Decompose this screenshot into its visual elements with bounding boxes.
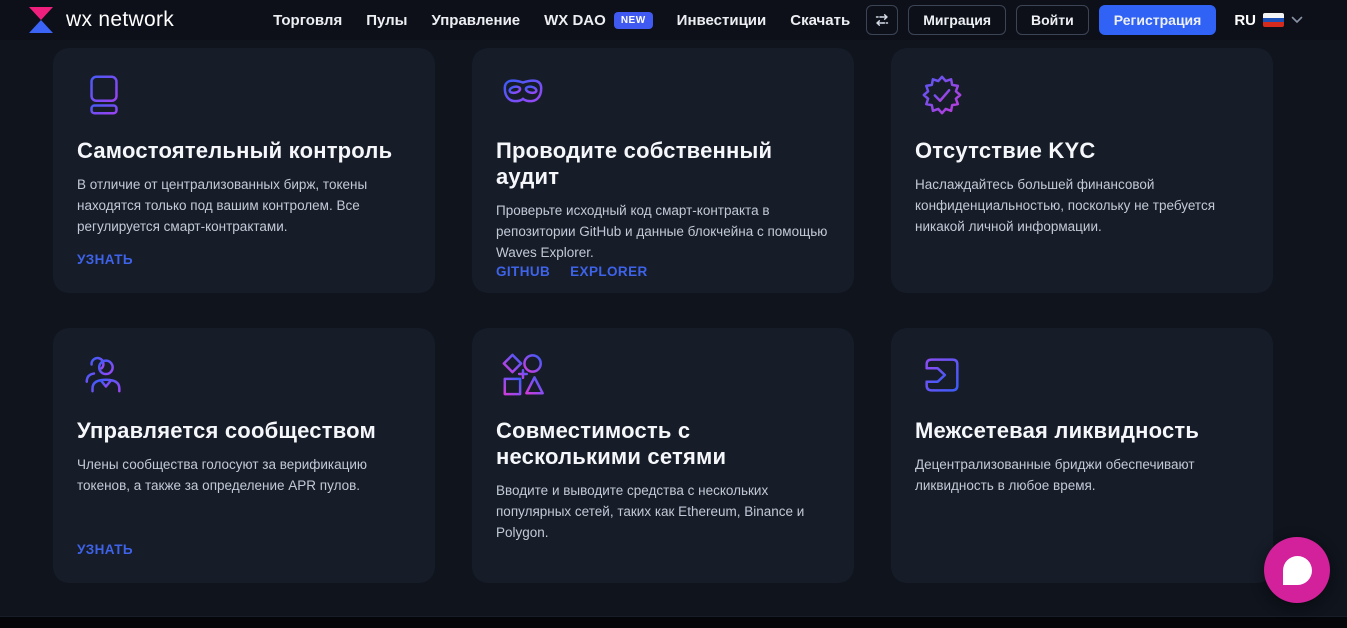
card-body: Наслаждайтесь большей финансовой конфиде… [915,175,1249,238]
card-no-kyc: Отсутствие KYC Наслаждайтесь большей фин… [891,48,1273,293]
badge-check-icon [919,72,965,118]
nav-controls: Миграция Войти Регистрация RU [866,5,1303,35]
card-self-custody: Самостоятельный контроль В отличие от це… [53,48,435,293]
card-title: Самостоятельный контроль [77,138,411,164]
self-custody-icon [81,72,127,118]
chevron-down-icon [1291,16,1303,24]
audit-mask-icon [500,72,546,118]
card-crosschain-liquidity: Межсетевая ликвидность Децентрализованны… [891,328,1273,583]
nav-item-pools[interactable]: Пулы [366,12,407,29]
brand-name: wx network [66,8,174,32]
card-own-audit: Проводите собственный аудит Проверьте ис… [472,48,854,293]
card-body: Члены сообщества голосуют за верификацию… [77,455,411,497]
card-community-governed: Управляется сообществом Члены сообщества… [53,328,435,583]
chat-widget-button[interactable] [1264,537,1330,603]
card-title: Отсутствие KYC [915,138,1249,164]
brand-logo[interactable]: wx network [28,6,174,34]
card-title: Совместимость с несколькими сетями [496,418,830,470]
migration-button[interactable]: Миграция [908,5,1006,35]
new-badge: NEW [614,12,653,29]
nav-item-invest[interactable]: Инвестиции [677,12,767,29]
russian-flag-icon [1263,13,1284,27]
signup-button[interactable]: Регистрация [1099,5,1217,35]
wx-logo-icon [28,6,54,34]
card-multichain: Совместимость с несколькими сетями Вводи… [472,328,854,583]
multichain-shapes-icon [500,352,546,398]
explorer-link[interactable]: EXPLORER [570,264,647,279]
language-selector[interactable]: RU [1234,12,1303,29]
card-body: Децентрализованные бриджи обеспечивают л… [915,455,1249,497]
swap-arrows-icon [874,12,890,28]
card-title: Управляется сообществом [77,418,411,444]
community-icon [81,352,127,398]
card-title: Межсетевая ликвидность [915,418,1249,444]
section-divider [0,616,1347,628]
swap-transfer-button[interactable] [866,5,898,35]
card-title: Проводите собственный аудит [496,138,830,190]
nav-item-governance[interactable]: Управление [431,12,520,29]
language-code: RU [1234,12,1256,29]
nav-item-trading[interactable]: Торговля [273,12,342,29]
learn-link[interactable]: УЗНАТЬ [77,542,133,557]
github-link[interactable]: GITHUB [496,264,550,279]
learn-link[interactable]: УЗНАТЬ [77,252,133,267]
crosschain-liquidity-icon [919,352,965,398]
feature-cards-grid: Самостоятельный контроль В отличие от це… [53,48,1347,583]
card-body: В отличие от централизованных бирж, токе… [77,175,411,238]
login-button[interactable]: Войти [1016,5,1089,35]
card-body: Проверьте исходный код смарт-контракта в… [496,201,830,264]
nav-item-download[interactable]: Скачать [790,12,850,29]
chat-bubble-icon [1283,556,1312,585]
nav-item-wxdao[interactable]: WX DAO NEW [544,12,653,29]
nav-menu: Торговля Пулы Управление WX DAO NEW Инве… [273,12,850,29]
top-navigation: wx network Торговля Пулы Управление WX D… [0,0,1347,40]
card-body: Вводите и выводите средства с нескольких… [496,481,830,544]
